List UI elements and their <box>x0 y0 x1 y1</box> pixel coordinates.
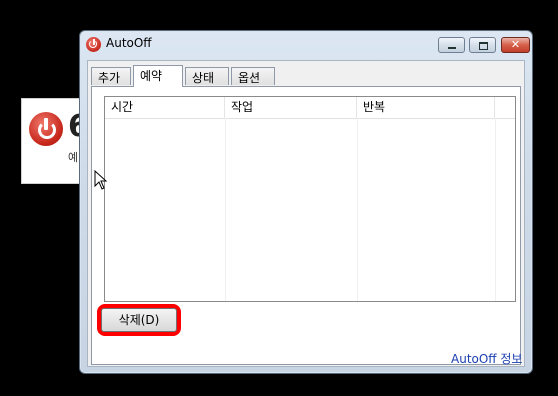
column-header-time[interactable]: 시간 <box>105 97 225 118</box>
column-divider <box>105 118 226 301</box>
column-header-repeat[interactable]: 반복 <box>357 97 495 118</box>
minimize-icon <box>448 47 456 49</box>
power-icon <box>86 37 101 52</box>
about-link[interactable]: AutoOff 정보 <box>451 350 522 367</box>
power-icon <box>29 112 63 146</box>
window-title: AutoOff <box>106 36 152 50</box>
list-header: 시간 작업 반복 <box>105 97 515 119</box>
schedule-list[interactable]: 시간 작업 반복 <box>104 96 516 302</box>
close-icon: ✕ <box>510 38 521 51</box>
title-bar[interactable]: AutoOff ✕ <box>80 31 532 59</box>
column-divider <box>357 118 496 301</box>
column-divider <box>225 118 358 301</box>
maximize-icon <box>479 42 488 50</box>
tab-schedule[interactable]: 예약 <box>133 65 183 87</box>
maximize-button[interactable] <box>469 37 496 53</box>
tab-add[interactable]: 추가 <box>91 67 131 85</box>
close-button[interactable]: ✕ <box>501 37 530 53</box>
tab-options[interactable]: 옵션 <box>231 67 275 85</box>
column-header-action[interactable]: 작업 <box>225 97 357 118</box>
background-window-subtext: 예 <box>68 151 79 164</box>
tab-status[interactable]: 상태 <box>185 67 229 85</box>
minimize-button[interactable] <box>438 37 465 53</box>
mouse-cursor-icon <box>94 170 108 190</box>
delete-button[interactable]: 삭제(D) <box>101 308 177 332</box>
